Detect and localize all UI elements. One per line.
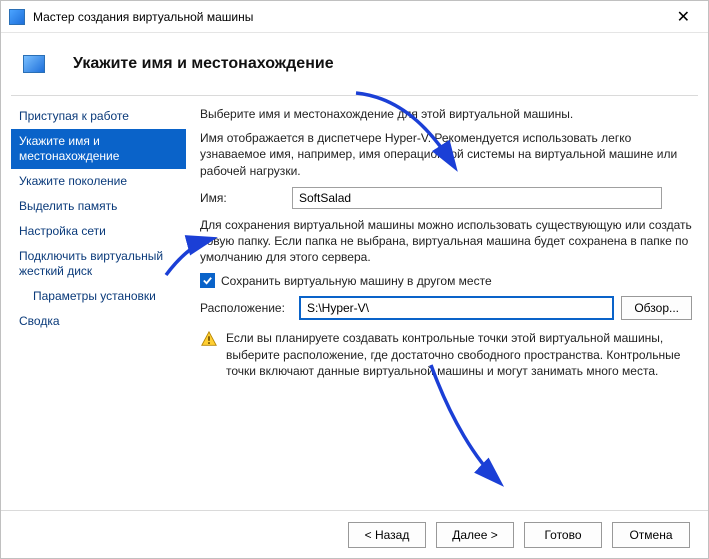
warning-icon [200, 330, 218, 348]
wizard-sidebar: Приступая к работе Укажите имя и местона… [11, 100, 186, 500]
sidebar-item-generation[interactable]: Укажите поколение [11, 169, 186, 194]
intro-text: Выберите имя и местонахождение для этой … [200, 106, 692, 122]
window-title: Мастер создания виртуальной машины [33, 10, 667, 24]
sidebar-item-getting-started[interactable]: Приступая к работе [11, 104, 186, 129]
next-button[interactable]: Далее > [436, 522, 514, 548]
wizard-body: Приступая к работе Укажите имя и местона… [1, 100, 708, 510]
name-label: Имя: [200, 191, 292, 205]
location-label: Расположение: [200, 301, 292, 315]
wizard-footer: < Назад Далее > Готово Отмена [1, 510, 708, 558]
sidebar-item-summary[interactable]: Сводка [11, 309, 186, 334]
sidebar-item-memory[interactable]: Выделить память [11, 194, 186, 219]
cancel-button[interactable]: Отмена [612, 522, 690, 548]
wizard-header: Укажите имя и местонахождение [1, 33, 708, 95]
store-elsewhere-row: Сохранить виртуальную машину в другом ме… [200, 273, 692, 288]
page-title: Укажите имя и местонахождение [73, 55, 334, 73]
location-input[interactable] [300, 297, 613, 319]
warning-row: Если вы планируете создавать контрольные… [200, 330, 692, 379]
name-row: Имя: [200, 187, 692, 209]
separator [11, 95, 698, 96]
sidebar-item-vhd[interactable]: Подключить виртуальный жесткий диск [11, 244, 186, 284]
store-elsewhere-label: Сохранить виртуальную машину в другом ме… [221, 274, 492, 288]
wizard-header-icon [23, 55, 45, 73]
store-elsewhere-checkbox[interactable] [200, 273, 215, 288]
wizard-content: Выберите имя и местонахождение для этой … [196, 100, 698, 500]
sidebar-item-network[interactable]: Настройка сети [11, 219, 186, 244]
location-row: Расположение: Обзор... [200, 296, 692, 320]
back-button[interactable]: < Назад [348, 522, 426, 548]
name-hint-text: Имя отображается в диспетчере Hyper-V. Р… [200, 130, 692, 179]
annotation-arrow-icon [421, 360, 511, 490]
titlebar: Мастер создания виртуальной машины ✕ [1, 1, 708, 33]
store-hint-text: Для сохранения виртуальной машины можно … [200, 217, 692, 266]
wizard-window: Мастер создания виртуальной машины ✕ Ука… [0, 0, 709, 559]
browse-button[interactable]: Обзор... [621, 296, 692, 320]
app-icon [9, 9, 25, 25]
sidebar-item-name-location[interactable]: Укажите имя и местонахождение [11, 129, 186, 169]
warning-text: Если вы планируете создавать контрольные… [226, 330, 692, 379]
name-input[interactable] [292, 187, 662, 209]
finish-button[interactable]: Готово [524, 522, 602, 548]
sidebar-item-install-options[interactable]: Параметры установки [11, 284, 186, 309]
close-icon[interactable]: ✕ [667, 7, 700, 27]
